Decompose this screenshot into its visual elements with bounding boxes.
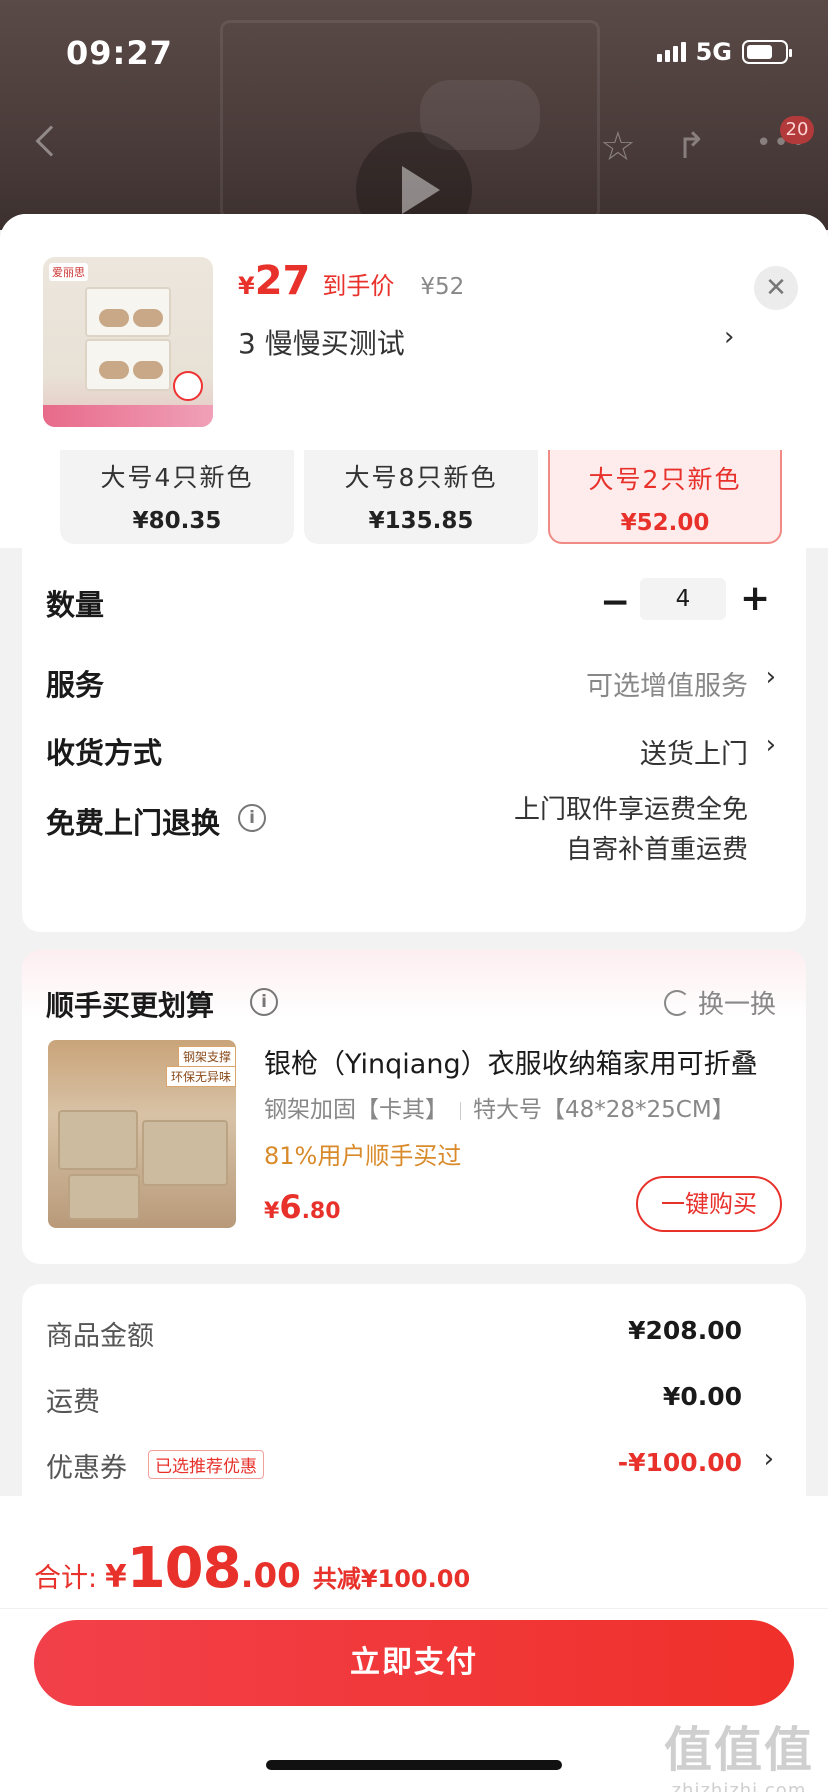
info-icon[interactable]: i — [250, 988, 278, 1016]
swap-label: 换一换 — [697, 990, 776, 1020]
coupon-label: 优惠券 — [46, 1453, 127, 1484]
goods-amount-value: ¥208.00 — [628, 1316, 742, 1345]
delivery-label: 收货方式 — [46, 736, 163, 770]
battery-icon — [742, 40, 792, 64]
quantity-increase-button[interactable]: + — [740, 578, 770, 619]
shipping-value: ¥0.00 — [662, 1382, 742, 1411]
total-decimal: .00 — [240, 1556, 301, 1596]
host-avatar — [173, 371, 203, 401]
shoe-image-shape — [99, 361, 129, 379]
original-price: ¥52 — [420, 274, 465, 300]
chevron-right-icon[interactable]: › — [766, 662, 776, 692]
divider — [0, 1608, 828, 1609]
coupon-value[interactable]: -¥100.00 — [618, 1448, 742, 1477]
shoe-image-shape — [133, 309, 163, 327]
message-count-badge: 20 — [780, 116, 814, 144]
shipping-label: 运费 — [46, 1387, 100, 1418]
total-integer: 108 — [126, 1536, 242, 1601]
box-image-shape — [68, 1174, 140, 1220]
quantity-label: 数量 — [46, 588, 105, 622]
price-line: ¥ 27 到手价 ¥52 — [238, 258, 464, 304]
addon-spec-color: 钢架加固【卡其】 — [264, 1097, 448, 1123]
addon-price-decimal: .80 — [301, 1199, 341, 1224]
spec-option-price: ¥135.85 — [368, 508, 474, 534]
watermark-logo: 值值值 — [663, 1722, 814, 1778]
service-value[interactable]: 可选增值服务 — [586, 664, 748, 703]
addon-product-spec: 钢架加固【卡其】 特大号【48*28*25CM】 — [264, 1090, 735, 1124]
spec-option[interactable]: 大号8只新色 ¥135.85 — [304, 450, 538, 544]
selected-spec[interactable]: 3 慢慢买测试 — [238, 322, 405, 362]
free-return-line: 上门取件享运费全免 — [513, 795, 748, 825]
final-price-tag: 到手价 — [322, 272, 395, 300]
shoe-image-shape — [99, 309, 129, 327]
spec-option-price: ¥80.35 — [132, 508, 222, 534]
addon-product-name[interactable]: 银枪（Yinqiang）衣服收纳箱家用可折叠 — [264, 1042, 784, 1081]
quantity-input[interactable]: 4 — [640, 578, 726, 620]
addon-price-integer: 6 — [279, 1188, 302, 1226]
goods-amount-label: 商品金额 — [46, 1321, 154, 1352]
swap-button[interactable]: 换一换 — [663, 984, 776, 1021]
free-return-value: 上门取件享运费全免 自寄补首重运费 — [514, 790, 748, 870]
share-icon[interactable]: ↱ — [676, 126, 706, 167]
product-header: 爱丽思 ¥ 27 到手价 ¥52 3 慢慢买测试 › ✕ — [0, 214, 828, 450]
chevron-right-icon[interactable]: › — [764, 1444, 774, 1474]
image-tag: 钢架支撑 — [177, 1046, 236, 1067]
image-tag: 环保无异味 — [165, 1066, 236, 1087]
chevron-right-icon[interactable]: › — [766, 730, 776, 760]
video-header-backdrop: 09:27 5G ☆ ↱ ••• 20 — [0, 0, 828, 230]
chevron-right-icon[interactable]: › — [724, 322, 734, 352]
addon-price-symbol: ¥ — [264, 1199, 280, 1224]
product-thumbnail[interactable]: 爱丽思 — [43, 257, 213, 427]
addon-bought-rate: 81%用户顺手买过 — [264, 1142, 462, 1170]
service-label: 服务 — [46, 668, 105, 702]
status-indicators: 5G — [656, 38, 792, 66]
addon-product-image[interactable]: 钢架支撑 环保无异味 — [48, 1040, 236, 1228]
addon-title: 顺手买更划算 — [46, 989, 215, 1022]
pay-now-button[interactable]: 立即支付 — [34, 1620, 794, 1706]
spec-option[interactable]: 大号4只新色 ¥80.35 — [60, 450, 294, 544]
total-price: 合计: ¥ 108 .00 共减¥100.00 — [34, 1536, 470, 1601]
refresh-icon — [663, 989, 690, 1016]
total-label: 合计: — [34, 1563, 98, 1594]
coupon-badge: 已选推荐优惠 — [148, 1450, 264, 1479]
spec-divider — [460, 1101, 461, 1120]
total-symbol: ¥ — [105, 1559, 127, 1595]
box-image-shape — [58, 1110, 138, 1170]
close-icon[interactable]: ✕ — [754, 266, 798, 310]
order-options-card: 数量 − 4 + 服务 可选增值服务 › 收货方式 送货上门 › 免费上门退换 … — [22, 548, 806, 932]
spec-options: 大号4只新色 ¥80.35 大号8只新色 ¥135.85 大号2只新色 ¥52.… — [0, 450, 828, 548]
addon-spec-size: 特大号【48*28*25CM】 — [473, 1097, 735, 1123]
back-icon[interactable] — [35, 125, 67, 157]
promo-strip — [43, 405, 213, 427]
delivery-value[interactable]: 送货上门 — [640, 732, 748, 771]
spec-option-name: 大号4只新色 — [100, 463, 254, 492]
spec-option-price: ¥52.00 — [620, 510, 710, 536]
spec-option-name: 大号2只新色 — [588, 465, 742, 494]
status-time: 09:27 — [66, 34, 173, 72]
watermark: 值值值 zhizhizhi.com — [664, 1710, 814, 1792]
one-click-buy-button[interactable]: 一键购买 — [636, 1176, 782, 1232]
network-type: 5G — [695, 38, 732, 66]
quantity-decrease-button[interactable]: − — [600, 582, 630, 623]
free-return-label: 免费上门退换 — [46, 806, 221, 840]
info-icon[interactable]: i — [238, 804, 266, 832]
spec-option-name: 大号8只新色 — [344, 463, 498, 492]
spec-option-selected[interactable]: 大号2只新色 ¥52.00 — [548, 450, 782, 544]
signal-icon — [656, 42, 686, 62]
addon-price: ¥6.80 — [264, 1188, 341, 1226]
home-indicator[interactable] — [266, 1760, 562, 1770]
box-image-shape — [142, 1120, 228, 1186]
price-symbol: ¥ — [238, 272, 255, 300]
watermark-url: zhizhizhi.com — [671, 1780, 807, 1792]
addon-card: 顺手买更划算 i 换一换 钢架支撑 环保无异味 银枪（Yinqiang）衣服收纳… — [22, 950, 806, 1264]
favorite-star-icon[interactable]: ☆ — [600, 124, 636, 170]
shoe-image-shape — [133, 361, 163, 379]
total-saved: 共减¥100.00 — [312, 1565, 471, 1593]
free-return-line: 自寄补首重运费 — [565, 835, 748, 865]
final-price: 27 — [254, 258, 311, 304]
checkout-bar: 合计: ¥ 108 .00 共减¥100.00 立即支付 值值值 zhizhiz… — [0, 1496, 828, 1792]
brand-logo: 爱丽思 — [49, 263, 88, 281]
